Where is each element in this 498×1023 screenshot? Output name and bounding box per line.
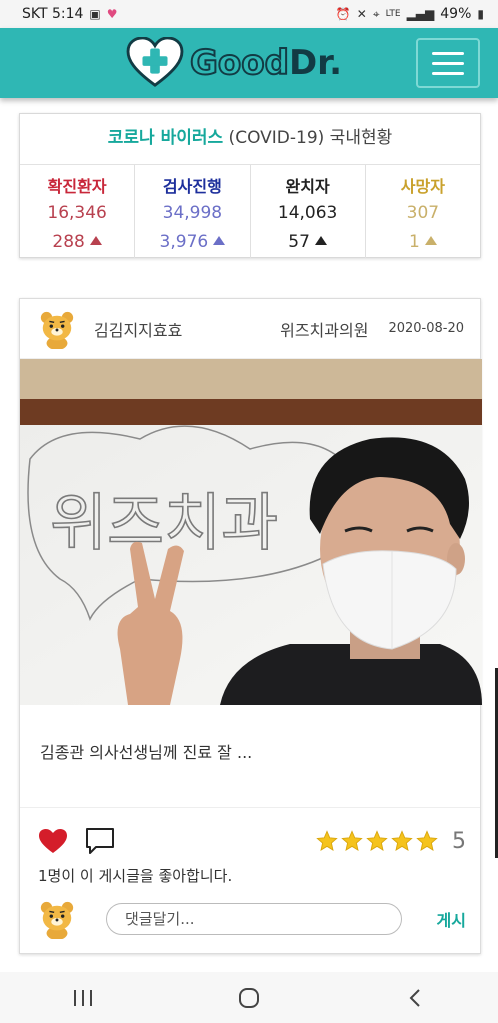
home-icon: [239, 987, 259, 1008]
menu-button[interactable]: [416, 38, 480, 88]
covid-stats: 확진환자 16,346 288 검사진행 34,998 3,976 완치자 14…: [20, 165, 480, 258]
star-icon: [416, 830, 438, 851]
menu-icon-line: [432, 71, 464, 75]
my-avatar: [40, 901, 74, 939]
stat-label: 검사진행: [162, 177, 222, 196]
post-date: 2020-08-20: [388, 321, 464, 336]
covid-title-main: 코로나 바이러스: [107, 128, 224, 148]
star-icon: [366, 830, 388, 851]
post-text[interactable]: 김종관 의사선생님께 진료 잘 ...: [40, 739, 252, 763]
post-header: 김김지지효효 위즈치과의원 2020-08-20: [20, 299, 480, 359]
stat-total: 34,998: [162, 203, 223, 223]
comment-input[interactable]: [106, 903, 402, 935]
stat-delta: 1: [408, 232, 420, 252]
comment-row: 게시: [38, 899, 466, 939]
heart-icon[interactable]: [38, 828, 68, 854]
post-photo-image: 위즈치과: [20, 359, 482, 705]
logo-good-text: Good: [189, 42, 290, 84]
network-label: LTE: [385, 9, 401, 19]
post-actions: 5: [38, 825, 466, 857]
stat-label: 사망자: [400, 177, 445, 196]
covid-status-card: 코로나 바이러스 (COVID-19) 국내현황 확진환자 16,346 288…: [19, 113, 481, 258]
post-comment-button[interactable]: 게시: [437, 907, 466, 931]
stat-confirmed: 확진환자 16,346 288: [20, 165, 136, 258]
home-button[interactable]: [219, 978, 279, 1018]
logo[interactable]: GoodDr.: [126, 37, 342, 89]
rating-value: 5: [452, 828, 466, 854]
board-writing: 위즈치과: [50, 486, 278, 559]
stat-delta: 3,976: [159, 232, 209, 252]
location-icon: ⌖: [372, 6, 380, 21]
post-author[interactable]: 김김지지효효: [94, 317, 182, 341]
heart-notification-icon: ♥: [106, 7, 118, 21]
battery-level: 49%: [440, 6, 472, 22]
review-post-card: 김김지지효효 위즈치과의원 2020-08-20 위즈치과 김종관 의사선생님께…: [19, 298, 482, 954]
app-header: GoodDr.: [0, 28, 498, 98]
status-bar: SKT 5:14 ▣ ♥ ⏰ ✕ ⌖ LTE ▂▄▆ 49% ▮: [0, 0, 498, 28]
battery-icon: ▮: [477, 7, 484, 21]
star-icon: [341, 830, 363, 851]
post-photo[interactable]: 위즈치과: [20, 359, 482, 705]
star-icon: [391, 830, 413, 851]
stat-total: 16,346: [47, 203, 107, 223]
avatar[interactable]: [38, 309, 76, 349]
stat-label: 확진환자: [47, 177, 107, 196]
stat-delta: 288: [52, 232, 85, 252]
up-triangle-icon: [314, 236, 327, 245]
signal-icon: ▂▄▆: [406, 7, 435, 21]
stat-testing: 검사진행 34,998 3,976: [135, 165, 251, 258]
stat-label: 완치자: [285, 177, 330, 196]
up-triangle-icon: [424, 236, 437, 245]
post-clinic[interactable]: 위즈치과의원: [280, 317, 368, 341]
back-button[interactable]: [385, 978, 445, 1018]
recent-apps-button[interactable]: [53, 978, 113, 1018]
stat-total: 307: [406, 203, 440, 223]
up-triangle-icon: [89, 236, 102, 245]
star-icon: [316, 830, 338, 851]
screenshot-icon: ▣: [89, 7, 101, 21]
carrier-time: SKT 5:14: [22, 6, 84, 22]
stat-total: 14,063: [277, 203, 338, 223]
comment-icon[interactable]: [84, 827, 116, 855]
stat-deaths: 사망자 307 1: [366, 165, 480, 258]
logo-heart-icon: [126, 37, 184, 87]
covid-title: 코로나 바이러스 (COVID-19) 국내현황: [20, 122, 480, 154]
android-nav-bar: [0, 972, 498, 1023]
recent-apps-icon: [74, 989, 92, 1006]
up-triangle-icon: [213, 236, 226, 245]
mute-icon: ✕: [356, 7, 367, 21]
logo-dr-text: Dr.: [288, 43, 343, 83]
menu-icon-line: [432, 51, 464, 55]
star-rating: [316, 830, 438, 852]
stat-delta: 57: [288, 232, 310, 252]
menu-icon-line: [432, 61, 464, 65]
stat-recovered: 완치자 14,063 57: [251, 165, 366, 258]
likes-text: 1명이 이 게시글을 좋아합니다.: [38, 867, 233, 885]
alarm-icon: ⏰: [335, 7, 351, 21]
back-icon: [409, 988, 420, 1007]
covid-title-sub: (COVID-19) 국내현황: [223, 128, 393, 148]
